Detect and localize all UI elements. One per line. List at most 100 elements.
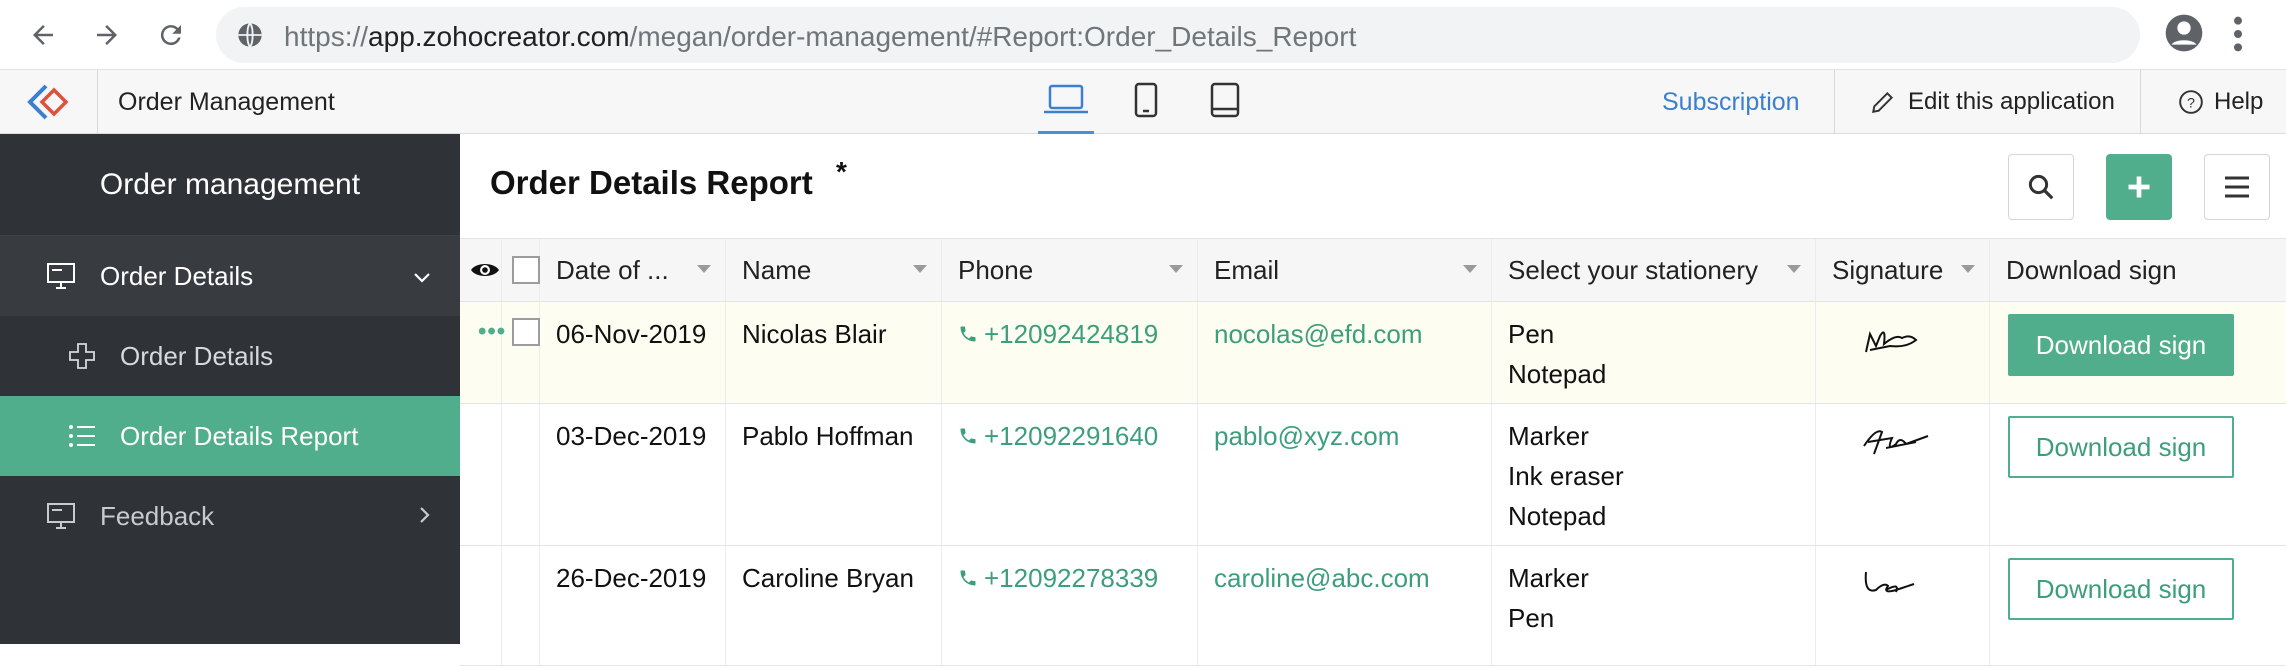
- help-circle-icon: ?: [2179, 90, 2203, 114]
- address-bar[interactable]: https://app.zohocreator.com/megan/order-…: [216, 7, 2140, 63]
- add-record-button[interactable]: [2106, 154, 2172, 220]
- cell-email[interactable]: pablo@xyz.com: [1198, 404, 1492, 545]
- cell-email[interactable]: nocolas@efd.com: [1198, 302, 1492, 403]
- sidebar-item-order-details-report[interactable]: Order Details Report: [0, 396, 460, 476]
- cell-stationery: Marker Ink eraser Notepad: [1492, 404, 1816, 545]
- table-row[interactable]: ••• 06-Nov-2019 Nicolas Blair +120924248…: [460, 302, 2286, 404]
- plus-icon: [68, 342, 96, 370]
- cell-name: Pablo Hoffman: [726, 404, 942, 545]
- cell-date: 26-Dec-2019: [540, 546, 726, 665]
- row-actions-cell[interactable]: [460, 404, 502, 545]
- sort-caret-icon[interactable]: [1961, 265, 1975, 273]
- cell-download: Download sign: [1990, 546, 2286, 665]
- cell-email[interactable]: caroline@abc.com: [1198, 546, 1492, 665]
- sort-caret-icon[interactable]: [697, 265, 711, 273]
- cell-download: Download sign: [1990, 302, 2286, 403]
- sort-caret-icon[interactable]: [1463, 265, 1477, 273]
- row-actions-icon[interactable]: •••: [460, 302, 505, 403]
- cell-date: 03-Dec-2019: [540, 404, 726, 545]
- cell-name: Nicolas Blair: [726, 302, 942, 403]
- column-header-phone[interactable]: Phone: [942, 239, 1198, 301]
- reload-icon[interactable]: [148, 12, 194, 58]
- search-icon: [2028, 174, 2054, 200]
- download-sign-button[interactable]: Download sign: [2008, 416, 2234, 478]
- signature-image: [1865, 331, 1918, 353]
- cell-phone[interactable]: +12092291640: [942, 404, 1198, 545]
- forward-icon[interactable]: [84, 12, 130, 58]
- download-sign-button[interactable]: Download sign: [2008, 314, 2234, 376]
- cell-name: Caroline Bryan: [726, 546, 942, 665]
- column-header-name[interactable]: Name: [726, 239, 942, 301]
- browser-toolbar: https://app.zohocreator.com/megan/order-…: [0, 0, 2286, 70]
- help-button[interactable]: ? Help: [2178, 88, 2263, 116]
- sidebar: Order management Order Details Order Det…: [0, 134, 460, 644]
- download-sign-button[interactable]: Download sign: [2008, 558, 2234, 620]
- unsaved-marker: *: [836, 156, 847, 187]
- sort-caret-icon[interactable]: [1787, 265, 1801, 273]
- select-all-checkbox[interactable]: [502, 239, 540, 301]
- chevron-right-icon: [418, 501, 432, 532]
- signature-image: [1863, 430, 1929, 455]
- hamburger-menu-icon: [2225, 176, 2249, 198]
- cell-stationery: Pen Notepad: [1492, 302, 1816, 403]
- plus-icon: [2128, 176, 2150, 198]
- column-header-date[interactable]: Date of ...: [540, 239, 726, 301]
- table-row[interactable]: 26-Dec-2019 Caroline Bryan +12092278339 …: [460, 546, 2286, 666]
- sidebar-title: Order management: [0, 134, 460, 236]
- sidebar-item-label: Order Details Report: [120, 420, 359, 451]
- pencil-icon: [1872, 91, 1894, 113]
- svg-text:?: ?: [2187, 94, 2195, 110]
- signature-image: [1864, 571, 1915, 593]
- column-header-signature[interactable]: Signature: [1816, 239, 1990, 301]
- cell-download: Download sign: [1990, 404, 2286, 545]
- sidebar-item-label: Feedback: [100, 500, 215, 531]
- phone-icon: [960, 428, 976, 444]
- search-button[interactable]: [2008, 154, 2074, 220]
- report-view: Order Details Report * Date of ... Name …: [460, 134, 2286, 666]
- cell-stationery: Marker Pen: [1492, 546, 1816, 665]
- profile-icon[interactable]: [2164, 13, 2204, 58]
- cell-signature: [1816, 404, 1990, 545]
- sidebar-item-feedback[interactable]: Feedback: [0, 476, 460, 556]
- column-visibility-icon[interactable]: [460, 239, 502, 301]
- sort-caret-icon[interactable]: [1169, 265, 1183, 273]
- help-label: Help: [2214, 88, 2264, 115]
- subscription-link[interactable]: Subscription: [1662, 88, 1800, 117]
- phone-icon: [960, 570, 976, 586]
- mobile-view-icon[interactable]: [1130, 82, 1162, 134]
- menu-button[interactable]: [2204, 154, 2270, 220]
- column-header-email[interactable]: Email: [1198, 239, 1492, 301]
- column-header-stationery[interactable]: Select your stationery: [1492, 239, 1816, 301]
- table-header-row: Date of ... Name Phone Email Select your…: [460, 238, 2286, 302]
- globe-icon: [236, 21, 264, 54]
- desktop-view-icon[interactable]: [1038, 82, 1094, 134]
- cell-date: 06-Nov-2019: [540, 302, 726, 403]
- cell-phone[interactable]: +12092278339: [942, 546, 1198, 665]
- tablet-view-icon[interactable]: [1208, 82, 1242, 134]
- table-row[interactable]: 03-Dec-2019 Pablo Hoffman +12092291640 p…: [460, 404, 2286, 546]
- chevron-down-icon: [412, 261, 432, 292]
- sidebar-item-label: Order Details: [120, 340, 274, 371]
- sort-caret-icon[interactable]: [913, 265, 927, 273]
- more-options-icon[interactable]: [2232, 14, 2244, 59]
- sidebar-item-label: Order Details: [100, 260, 254, 291]
- phone-icon: [960, 326, 976, 342]
- back-icon[interactable]: [20, 12, 66, 58]
- sidebar-item-order-details-section[interactable]: Order Details: [0, 236, 460, 316]
- zoho-creator-logo-icon[interactable]: [26, 82, 70, 122]
- app-title: Order Management: [118, 88, 335, 116]
- cell-signature: [1816, 302, 1990, 403]
- row-checkbox[interactable]: [502, 302, 540, 403]
- page-title: Order Details Report: [490, 164, 813, 201]
- monitor-icon: [46, 262, 76, 290]
- cell-phone[interactable]: +12092424819: [942, 302, 1198, 403]
- row-actions-cell[interactable]: [460, 546, 502, 665]
- url-text: https://app.zohocreator.com/megan/order-…: [284, 21, 1357, 52]
- edit-application-button[interactable]: Edit this application: [1870, 88, 2115, 116]
- column-header-download-sign: Download sign: [2006, 254, 2177, 285]
- row-checkbox-cell[interactable]: [502, 404, 540, 545]
- cell-signature: [1816, 546, 1990, 665]
- sidebar-item-order-details-form[interactable]: Order Details: [0, 316, 460, 396]
- app-header: Order Management Subscription Edit this …: [0, 70, 2286, 134]
- row-checkbox-cell[interactable]: [502, 546, 540, 665]
